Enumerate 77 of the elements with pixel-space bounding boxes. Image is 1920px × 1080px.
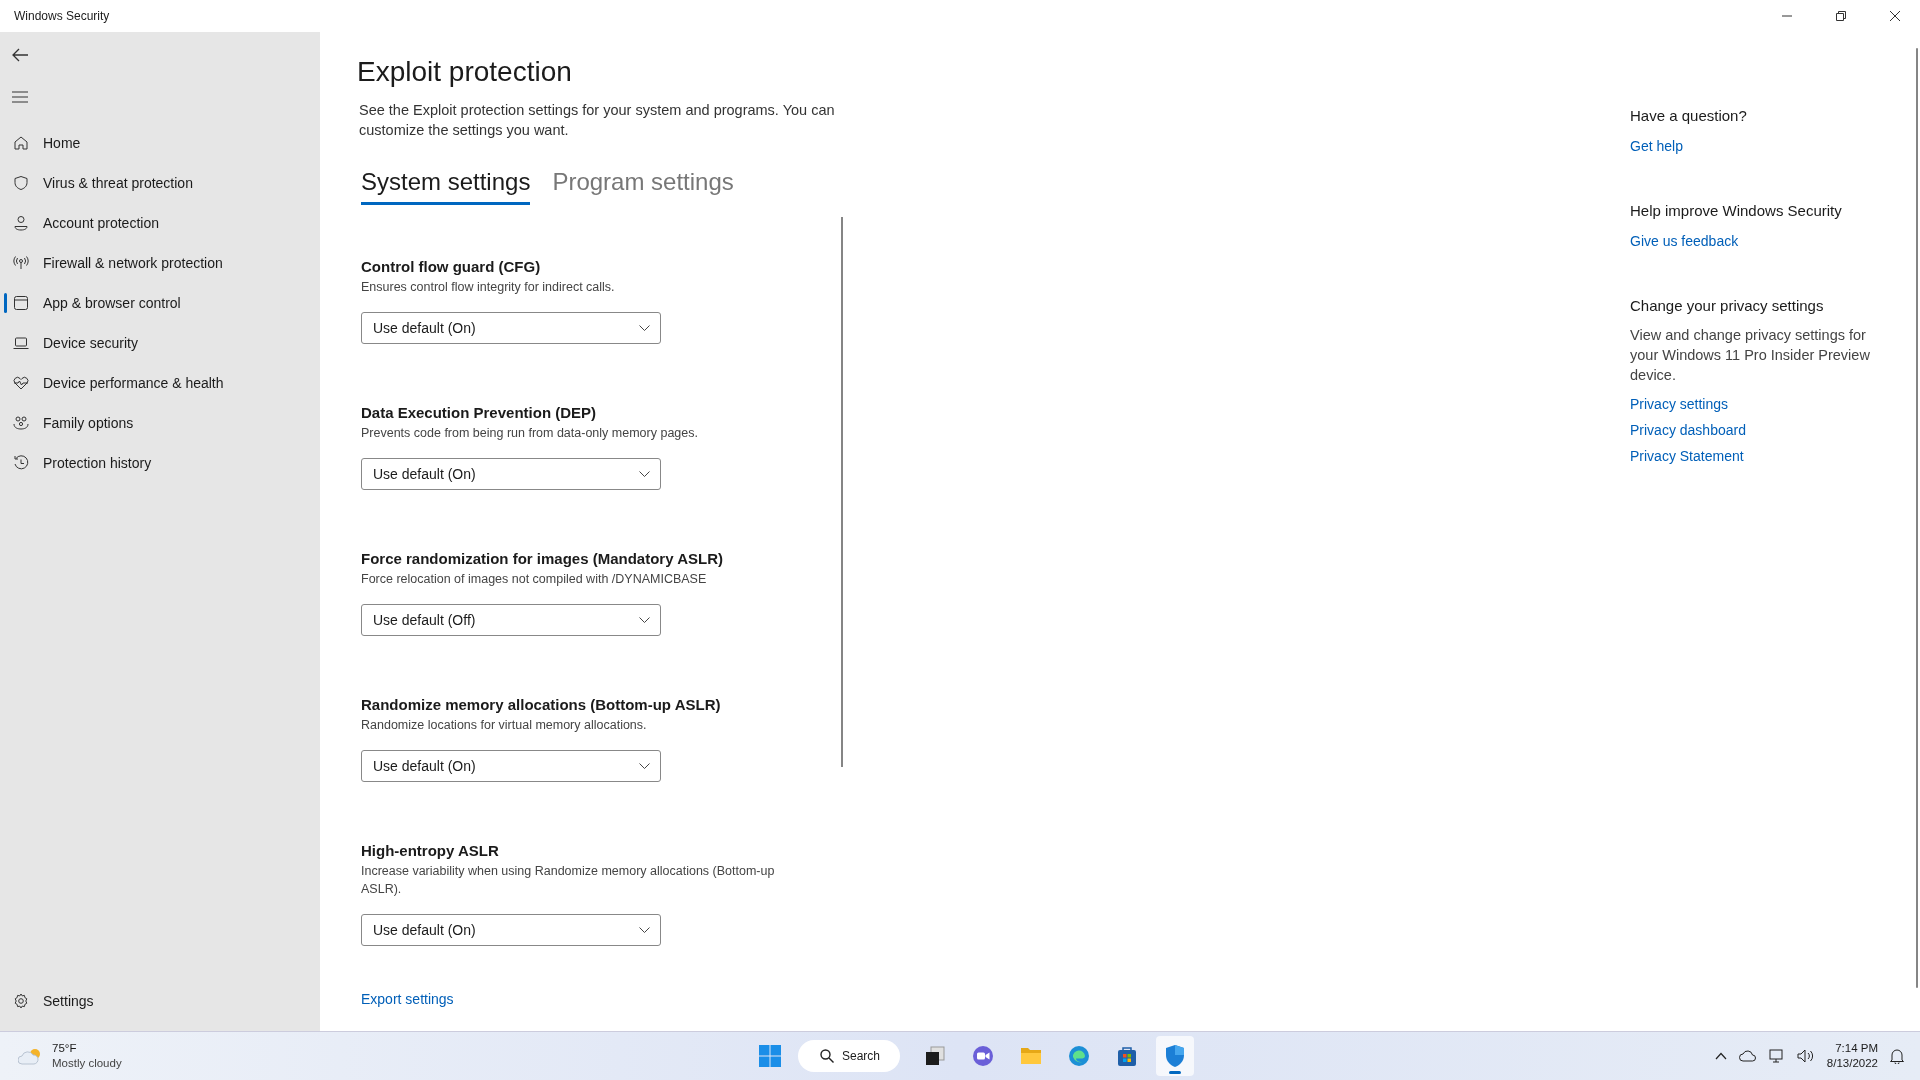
nav-item[interactable]: Device security [0, 323, 320, 363]
page-description: See the Exploit protection settings for your system and programs. You can customize the settings you want. [359, 101, 836, 140]
heart-pulse-icon [13, 375, 29, 391]
menu-icon[interactable] [12, 91, 28, 103]
chevron-up-icon[interactable] [1714, 1052, 1727, 1060]
scrollbar[interactable] [1916, 48, 1918, 988]
side-link[interactable]: Privacy Statement [1630, 443, 1870, 469]
side-link[interactable]: Get help [1630, 133, 1870, 159]
nav-item[interactable]: Firewall & network protection [0, 243, 320, 283]
search-field[interactable]: Search [798, 1040, 901, 1072]
browser-icon [1068, 1045, 1091, 1067]
dropdown[interactable]: Use default (On) [361, 914, 661, 946]
side-heading: Help improve Windows Security [1630, 201, 1843, 221]
setting-title: Control flow guard (CFG) [361, 257, 542, 277]
export-settings-link[interactable]: Export settings [361, 991, 831, 1007]
start-icon[interactable] [758, 1044, 782, 1068]
settings-icon [13, 993, 29, 1009]
dropdown[interactable]: Use default (On) [361, 750, 661, 782]
task-view-icon [924, 1045, 947, 1067]
side-link[interactable]: Give us feedback [1630, 228, 1870, 254]
restore-icon[interactable] [1836, 11, 1846, 21]
setting-title: Data Execution Prevention (DEP) [361, 403, 598, 423]
setting-description: Randomize locations for virtual memory allocations. [361, 717, 648, 734]
nav-item[interactable]: Family options [0, 403, 320, 443]
store-icon [1116, 1045, 1139, 1067]
settings-nav-item[interactable]: Settings [0, 981, 320, 1021]
cloud-icon[interactable] [1738, 1050, 1757, 1062]
close-icon[interactable] [1890, 11, 1900, 21]
chat-icon [972, 1045, 995, 1067]
folder-icon [1020, 1046, 1043, 1066]
nav-item[interactable]: Device performance & health [0, 363, 320, 403]
side-heading: Change your privacy settings [1630, 296, 1825, 316]
antenna-icon [13, 255, 29, 271]
setting-title: High-entropy ASLR [361, 841, 500, 861]
page-title: Exploit protection [357, 55, 573, 89]
dropdown[interactable]: Use default (Off) [361, 604, 661, 636]
home-icon [13, 135, 29, 151]
laptop-icon [13, 335, 29, 351]
side-link[interactable]: Privacy dashboard [1630, 417, 1870, 443]
chevron-down-icon [639, 763, 650, 769]
nav-item[interactable]: Virus & threat protection [0, 163, 320, 203]
setting-description: Increase variability when using Randomize memory allocations (Bottom-up ASLR). [361, 863, 776, 898]
search-icon [820, 1049, 834, 1063]
nav-item[interactable]: App & browser control [0, 283, 320, 323]
side-link[interactable]: Privacy settings [1630, 391, 1870, 417]
tab[interactable]: Program settings [552, 168, 734, 205]
nav-item[interactable]: Protection history [0, 443, 320, 483]
dropdown[interactable]: Use default (On) [361, 458, 661, 490]
chevron-down-icon [639, 325, 650, 331]
tab[interactable]: System settings [361, 168, 531, 205]
side-heading: Have a question? [1630, 106, 1748, 126]
person-icon [13, 215, 29, 231]
window-title: Windows Security [14, 9, 110, 23]
dropdown[interactable]: Use default (On) [361, 312, 661, 344]
bell-icon[interactable] [1890, 1048, 1904, 1064]
weather-condition: Mostly cloudy [52, 1056, 122, 1071]
chevron-down-icon [639, 927, 650, 933]
shield-icon [1164, 1044, 1187, 1068]
setting-title: Force randomization for images (Mandatory ASLR) [361, 549, 724, 569]
back-arrow-icon[interactable] [12, 48, 28, 62]
setting-title: Randomize memory allocations (Bottom-up ASLR) [361, 695, 722, 715]
nav-item[interactable]: Account protection [0, 203, 320, 243]
chevron-down-icon [639, 617, 650, 623]
side-text: View and change privacy settings for your Windows 11 Pro Insider Preview device. [1630, 326, 1870, 385]
scrollbar[interactable] [841, 217, 843, 767]
shield-icon [13, 175, 29, 191]
browser-window-icon [13, 295, 29, 311]
setting-description: Force relocation of images not compiled with /DYNAMICBASE [361, 571, 708, 588]
setting-description: Prevents code from being run from data-only memory pages. [361, 425, 699, 442]
setting-description: Ensures control flow integrity for indirect calls. [361, 279, 616, 296]
volume-icon[interactable] [1796, 1048, 1815, 1064]
clock[interactable]: 7:14 PM 8/13/2022 [1826, 1041, 1878, 1071]
history-icon [13, 455, 29, 471]
chevron-down-icon [639, 471, 650, 477]
nav-item[interactable]: Home [0, 123, 320, 163]
temperature: 75°F [52, 1041, 78, 1056]
network-icon[interactable] [1768, 1048, 1785, 1064]
